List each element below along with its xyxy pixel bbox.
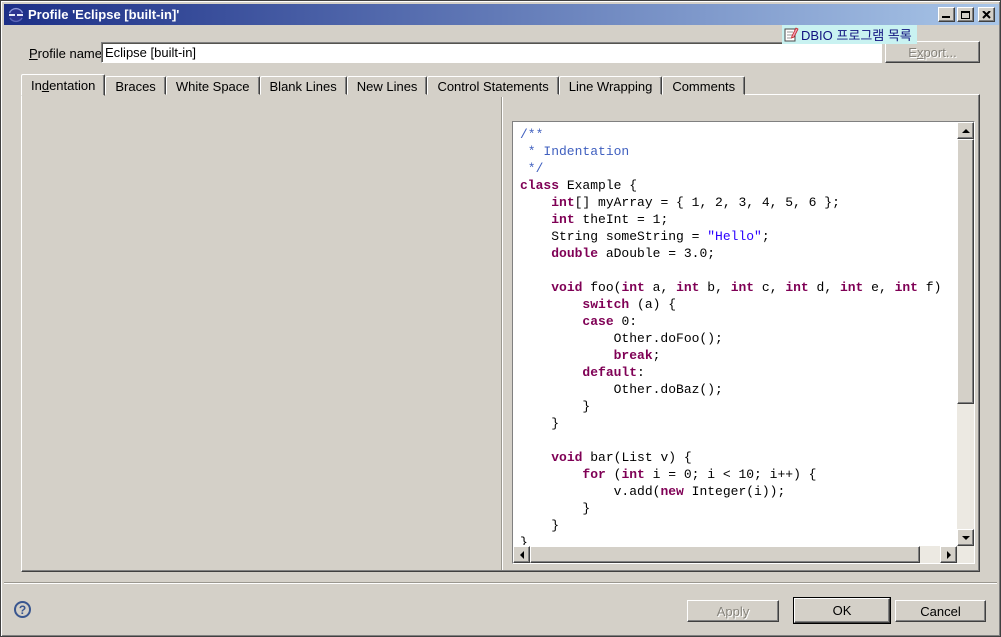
- arrow-right-icon: [947, 551, 951, 559]
- help-button[interactable]: ?: [14, 601, 31, 618]
- title-bar[interactable]: Profile 'Eclipse [built-in]': [4, 4, 999, 25]
- scrollbar-corner: [957, 546, 974, 563]
- tab-indentation[interactable]: Indentation: [21, 74, 105, 96]
- scroll-right-button[interactable]: [940, 546, 957, 563]
- arrow-down-icon: [962, 536, 970, 540]
- memo-pencil-icon: [784, 27, 799, 42]
- maximize-button[interactable]: [957, 7, 974, 22]
- code-line: v.add(new Integer(i));: [520, 483, 956, 500]
- tab-white-space[interactable]: White Space: [166, 76, 260, 95]
- code-line: case 0:: [520, 313, 956, 330]
- vertical-scroll-thumb[interactable]: [957, 139, 974, 404]
- code-line: }: [520, 415, 956, 432]
- tab-new-lines[interactable]: New Lines: [347, 76, 428, 95]
- code-line: class Example {: [520, 177, 956, 194]
- code-line: default:: [520, 364, 956, 381]
- code-line: String someString = "Hello";: [520, 228, 956, 245]
- preview-code-area: /** * Indentation */class Example { int[…: [512, 121, 975, 564]
- tab-blank-lines[interactable]: Blank Lines: [260, 76, 347, 95]
- code-line: void bar(List v) {: [520, 449, 956, 466]
- code-line: switch (a) {: [520, 296, 956, 313]
- profile-name-input[interactable]: [101, 42, 882, 63]
- minimize-icon: [942, 16, 950, 18]
- code-line: */: [520, 160, 956, 177]
- minimize-button[interactable]: [938, 7, 955, 22]
- arrow-up-icon: [962, 129, 970, 133]
- ok-button[interactable]: OK: [794, 598, 890, 623]
- cancel-button[interactable]: Cancel: [895, 600, 986, 622]
- maximize-icon: [961, 11, 970, 19]
- tab-braces[interactable]: Braces: [105, 76, 165, 95]
- tooltip-text: DBIO 프로그램 목록: [801, 25, 912, 44]
- code-line: void foo(int a, int b, int c, int d, int…: [520, 279, 956, 296]
- code-line: }: [520, 517, 956, 534]
- window-title: Profile 'Eclipse [built-in]': [28, 7, 179, 22]
- code-line: * Indentation: [520, 143, 956, 160]
- code-line: }: [520, 500, 956, 517]
- code-line: Other.doFoo();: [520, 330, 956, 347]
- close-icon: [982, 11, 991, 19]
- tooltip-dbio: DBIO 프로그램 목록: [782, 25, 917, 44]
- code-line: int[] myArray = { 1, 2, 3, 4, 5, 6 };: [520, 194, 956, 211]
- code-line: /**: [520, 126, 956, 143]
- horizontal-scrollbar[interactable]: [513, 546, 957, 563]
- horizontal-scroll-thumb[interactable]: [530, 546, 920, 563]
- export-button[interactable]: Export...: [885, 41, 980, 63]
- close-button[interactable]: [978, 7, 995, 22]
- code-line: [520, 432, 956, 449]
- tab-control-statements[interactable]: Control Statements: [427, 76, 558, 95]
- arrow-left-icon: [520, 551, 524, 559]
- vertical-scrollbar[interactable]: [957, 122, 974, 546]
- code-line: }: [520, 534, 956, 545]
- tab-line-wrapping[interactable]: Line Wrapping: [559, 76, 663, 95]
- profile-name-label: Profile name:: [29, 46, 106, 61]
- profile-dialog-window: Profile 'Eclipse [built-in]' DBIO 프로그램 목…: [0, 0, 1001, 637]
- panel-divider: [501, 97, 503, 570]
- scroll-left-button[interactable]: [513, 546, 530, 563]
- code-line: }: [520, 398, 956, 415]
- footer-separator: [4, 582, 997, 584]
- scroll-up-button[interactable]: [957, 122, 974, 139]
- code-line: break;: [520, 347, 956, 364]
- tab-bar: IndentationBracesWhite SpaceBlank LinesN…: [21, 73, 745, 95]
- scroll-down-button[interactable]: [957, 529, 974, 546]
- apply-button[interactable]: Apply: [687, 600, 779, 622]
- code-line: int theInt = 1;: [520, 211, 956, 228]
- code-line: [520, 262, 956, 279]
- preview-code: /** * Indentation */class Example { int[…: [514, 123, 956, 545]
- tab-comments[interactable]: Comments: [662, 76, 745, 95]
- code-line: double aDouble = 3.0;: [520, 245, 956, 262]
- code-line: Other.doBaz();: [520, 381, 956, 398]
- code-line: for (int i = 0; i < 10; i++) {: [520, 466, 956, 483]
- eclipse-logo-icon: [8, 7, 24, 23]
